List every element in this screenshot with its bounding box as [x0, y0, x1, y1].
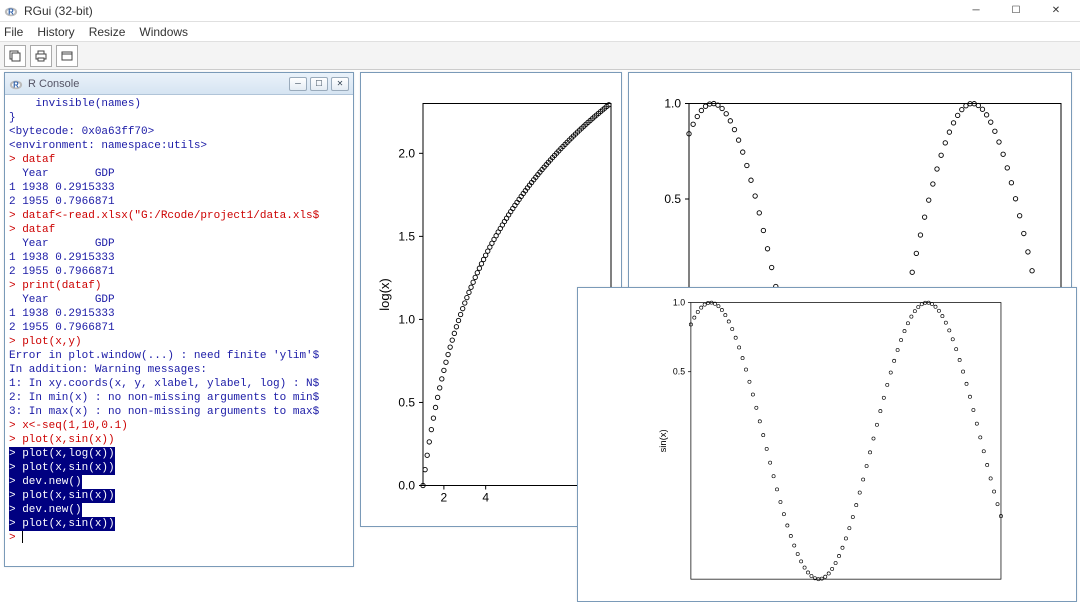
svg-text:2.0: 2.0 — [398, 146, 415, 160]
graphics-device-4-window[interactable]: R R Graphics: Device 4 (ACTIVE) ─ ☐ ✕ 0.… — [577, 287, 1077, 602]
console-output[interactable]: invisible(names)}<bytecode: 0x0a63ff70><… — [5, 95, 353, 566]
minimize-button[interactable]: ─ — [956, 0, 996, 22]
menu-history[interactable]: History — [37, 25, 74, 39]
mdi-maximize-button[interactable]: ☐ — [310, 77, 328, 91]
svg-text:1.0: 1.0 — [664, 97, 681, 111]
toolbar-copy-button[interactable] — [4, 45, 26, 67]
console-window[interactable]: R R Console ─ ☐ ✕ invisible(names)}<byte… — [4, 72, 354, 567]
svg-text:0.5: 0.5 — [398, 395, 415, 409]
mdi-minimize-button[interactable]: ─ — [289, 77, 307, 91]
window-controls: ─ ☐ ✕ — [956, 0, 1076, 22]
svg-text:4: 4 — [482, 491, 489, 505]
svg-text:1.5: 1.5 — [398, 229, 415, 243]
menubar: File History Resize Windows — [0, 22, 1080, 42]
console-title: R Console — [28, 78, 289, 90]
svg-text:1.0: 1.0 — [398, 312, 415, 326]
svg-text:R: R — [13, 80, 19, 89]
close-button[interactable]: ✕ — [1036, 0, 1076, 22]
svg-text:log(x): log(x) — [377, 278, 392, 311]
svg-text:0.0: 0.0 — [398, 479, 415, 493]
graphics-device-4-plot: 0.5 1.0 sin(x) — [578, 288, 1076, 601]
toolbar-print-button[interactable] — [30, 45, 52, 67]
svg-text:2: 2 — [441, 491, 448, 505]
svg-text:1.0: 1.0 — [673, 297, 685, 307]
mdi-close-button[interactable]: ✕ — [331, 77, 349, 91]
mdi-workspace: R R Console ─ ☐ ✕ invisible(names)}<byte… — [0, 70, 1080, 578]
menu-windows[interactable]: Windows — [139, 25, 188, 39]
svg-text:sin(x): sin(x) — [658, 429, 669, 452]
app-titlebar: R RGui (32-bit) ─ ☐ ✕ — [0, 0, 1080, 22]
svg-text:R: R — [8, 7, 14, 16]
toolbar-window-button[interactable] — [56, 45, 78, 67]
r-logo-icon: R — [4, 4, 18, 18]
menu-resize[interactable]: Resize — [89, 25, 126, 39]
r-logo-icon: R — [9, 77, 23, 91]
app-title: RGui (32-bit) — [24, 4, 956, 18]
toolbar — [0, 42, 1080, 70]
svg-text:0.5: 0.5 — [673, 367, 685, 377]
console-titlebar[interactable]: R R Console ─ ☐ ✕ — [5, 73, 353, 95]
maximize-button[interactable]: ☐ — [996, 0, 1036, 22]
menu-file[interactable]: File — [4, 25, 23, 39]
svg-text:0.5: 0.5 — [664, 192, 681, 206]
